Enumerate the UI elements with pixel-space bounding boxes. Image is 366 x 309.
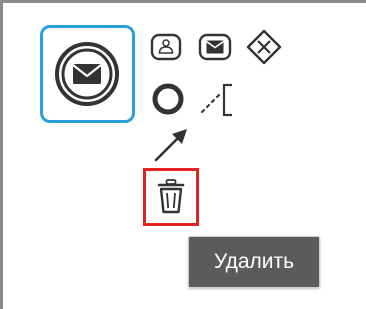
trash-icon[interactable] (156, 178, 186, 216)
envelope-event-icon (55, 42, 119, 106)
connect-arrow-icon[interactable] (150, 126, 192, 166)
delete-tooltip: Удалить (188, 236, 320, 288)
delete-button-highlight[interactable] (143, 168, 199, 226)
end-event-icon[interactable] (150, 81, 186, 117)
text-annotation-icon[interactable] (196, 80, 240, 120)
canvas-border-top (0, 0, 366, 3)
user-task-icon[interactable] (150, 33, 182, 61)
selected-message-event[interactable] (40, 25, 135, 123)
exclusive-gateway-icon[interactable] (246, 29, 282, 65)
canvas-border-left (0, 0, 3, 309)
message-task-icon[interactable] (198, 33, 232, 61)
